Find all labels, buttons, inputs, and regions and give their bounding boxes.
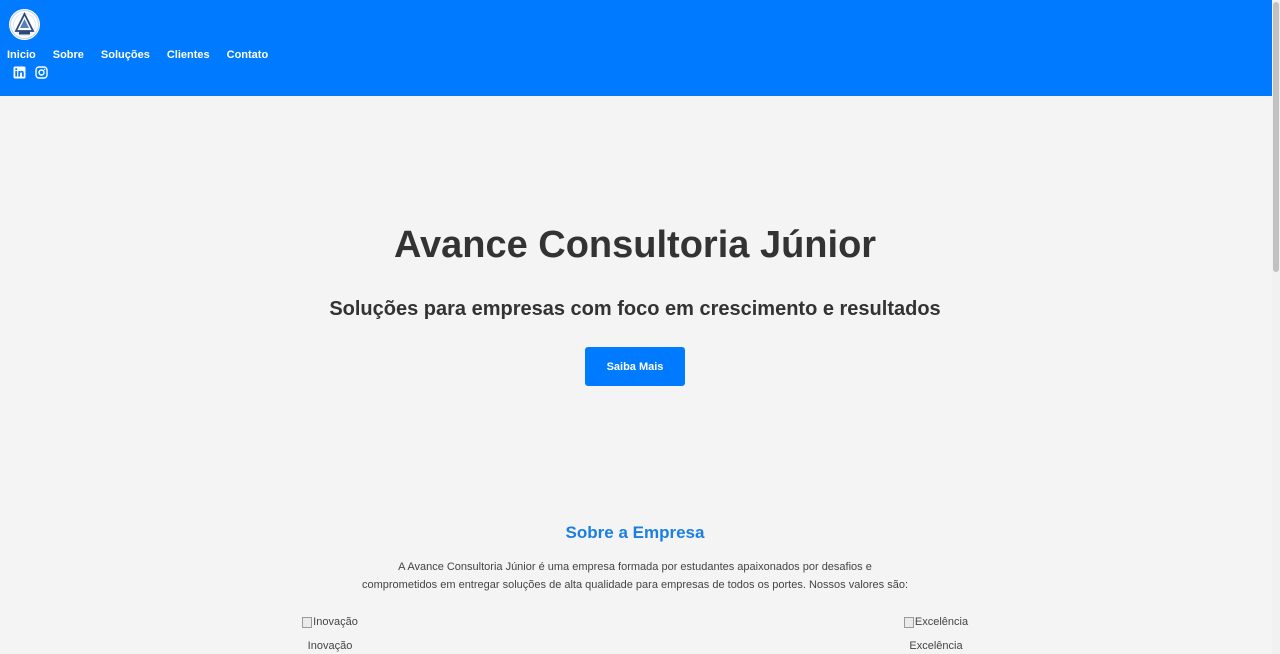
broken-image-icon xyxy=(302,616,313,628)
value-image-excelencia: Excelência xyxy=(876,614,996,630)
about-title: Sobre a Empresa xyxy=(565,523,705,542)
nav-link-inicio[interactable]: Inicio xyxy=(7,48,36,64)
hero-subtitle: Soluções para empresas com foco em cresc… xyxy=(329,298,941,320)
nav-link-solucoes[interactable]: Soluções xyxy=(101,48,150,64)
value-card-excelencia: Excelência Excelência xyxy=(876,614,996,654)
about-text: A Avance Consultoria Júnior é uma empres… xyxy=(355,558,915,594)
instagram-icon[interactable] xyxy=(35,66,48,79)
linkedin-icon[interactable] xyxy=(13,66,26,79)
main-nav: Inicio Sobre Soluções Clientes Contato xyxy=(7,48,268,64)
about-text-line-2: comprometidos em entregar soluções de al… xyxy=(361,579,909,591)
logo-icon[interactable] xyxy=(9,9,40,40)
nav-link-contato[interactable]: Contato xyxy=(227,48,269,64)
value-image-inovacao: Inovação xyxy=(270,614,390,630)
site-header: Inicio Sobre Soluções Clientes Contato xyxy=(0,0,1272,96)
hero-title: Avance Consultoria Júnior xyxy=(393,224,877,266)
value-image-alt-text: Inovação xyxy=(313,616,358,628)
nav-link-clientes[interactable]: Clientes xyxy=(167,48,210,64)
about-text-line-1: A Avance Consultoria Júnior é uma empres… xyxy=(398,561,872,573)
value-card-inovacao: Inovação Inovação xyxy=(270,614,390,654)
saiba-mais-button[interactable]: Saiba Mais xyxy=(585,347,685,386)
scrollbar-thumb[interactable] xyxy=(1273,2,1279,272)
broken-image-icon xyxy=(903,616,914,628)
nav-link-sobre[interactable]: Sobre xyxy=(53,48,84,64)
page-scrollbar[interactable] xyxy=(1272,0,1280,654)
value-image-alt-text: Excelência xyxy=(914,616,969,628)
social-links xyxy=(13,66,48,79)
value-label-inovacao: Inovação xyxy=(307,640,353,652)
value-label-excelencia: Excelência xyxy=(909,640,963,652)
